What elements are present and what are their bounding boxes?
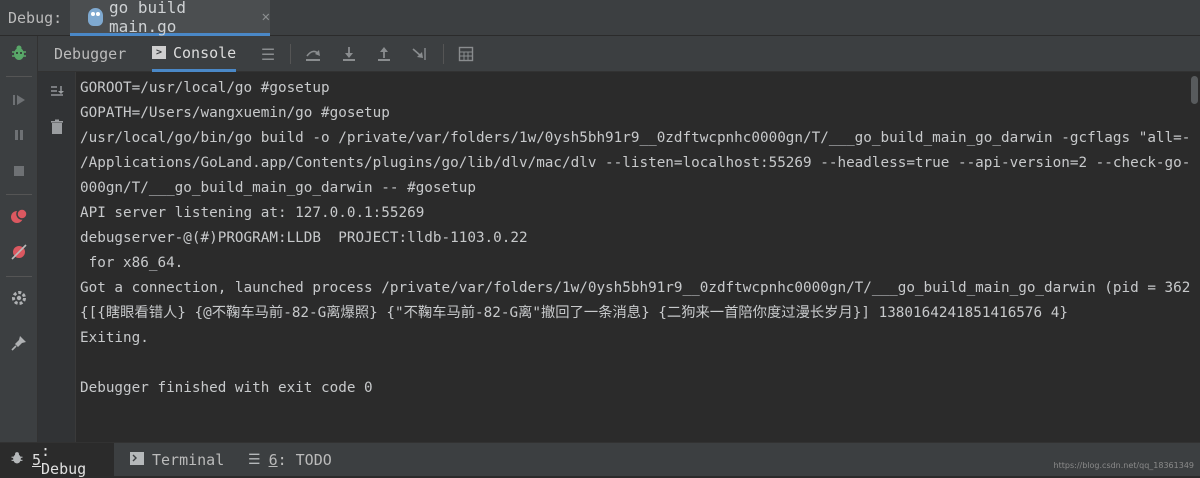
tab-todo-number: 6 [268, 451, 278, 469]
tab-terminal-label: Terminal [152, 451, 225, 469]
debug-tab-bar: Debug: go build main.go ✕ [0, 0, 1200, 36]
console-line: {[{瞎眼看错人} {@不鞠车马前-82-G离爆照} {"不鞠车马前-82-G离… [80, 305, 1068, 321]
console-line: /Applications/GoLand.app/Contents/plugin… [80, 155, 1190, 171]
settings-icon[interactable] [9, 288, 29, 308]
console-line: /usr/local/go/bin/go build -o /private/v… [80, 130, 1190, 146]
step-into-icon[interactable] [339, 44, 359, 64]
console-scrollbar[interactable] [1190, 76, 1198, 436]
run-config-tab[interactable]: go build main.go ✕ [70, 0, 270, 36]
debug-bug-icon [10, 451, 24, 469]
watermark: https://blog.csdn.net/qq_18361349 [1053, 461, 1194, 470]
view-breakpoints-icon[interactable] [9, 206, 29, 226]
tab-terminal[interactable]: Terminal [120, 443, 234, 477]
console-line: Got a connection, launched process /priv… [80, 280, 1190, 296]
console-line: debugserver-@(#)PROGRAM:LLDB PROJECT:lld… [80, 230, 528, 246]
toolbar-divider [6, 194, 32, 195]
tab-todo-label: : TODO [277, 451, 332, 469]
tab-debug-tool[interactable]: 5: Debug [0, 442, 114, 478]
step-over-icon[interactable] [303, 44, 323, 64]
tab-console-label: Console [173, 43, 237, 62]
console-line: for x86_64. [80, 255, 184, 271]
tab-debugger[interactable]: Debugger [54, 36, 126, 72]
debug-subtoolbar: Debugger > Console ☰ [38, 36, 1200, 72]
trash-icon[interactable] [47, 117, 67, 137]
close-icon[interactable]: ✕ [262, 9, 270, 25]
mute-breakpoints-icon[interactable] [9, 242, 29, 262]
terminal-icon [130, 451, 144, 469]
toolbar-divider [6, 76, 32, 77]
gopher-icon [88, 7, 103, 26]
console-output[interactable]: GOROOT=/usr/local/go #gosetup GOPATH=/Us… [80, 76, 1190, 436]
pin-icon[interactable] [9, 333, 29, 353]
stop-icon[interactable] [9, 161, 29, 181]
console-line: Exiting. [80, 330, 149, 346]
list-icon[interactable]: ☰ [258, 44, 278, 64]
run-to-cursor-icon[interactable] [410, 44, 430, 64]
step-out-icon[interactable] [374, 44, 394, 64]
todo-list-icon: ☰ [248, 452, 261, 468]
toolbar-divider [443, 44, 444, 64]
toolbar-divider [6, 276, 32, 277]
scroll-to-end-icon[interactable] [47, 82, 67, 102]
debug-label: Debug: [8, 9, 63, 27]
console-line: GOPATH=/Users/wangxuemin/go #gosetup [80, 105, 390, 121]
console-line: Debugger finished with exit code 0 [80, 380, 373, 396]
console-line: GOROOT=/usr/local/go #gosetup [80, 80, 330, 96]
tab-console[interactable]: > Console [152, 36, 237, 72]
console-gutter [38, 72, 76, 442]
run-tab-label: go build main.go [109, 0, 187, 36]
pause-icon[interactable] [9, 125, 29, 145]
evaluate-icon[interactable] [456, 44, 476, 64]
tab-debug-label: : Debug [41, 442, 87, 478]
console-line: API server listening at: 127.0.0.1:55269 [80, 205, 425, 221]
scrollbar-thumb[interactable] [1191, 76, 1198, 104]
console-icon: > [152, 46, 166, 59]
tab-debug-number: 5 [32, 451, 42, 469]
console-line: 000gn/T/___go_build_main_go_darwin -- #g… [80, 180, 476, 196]
tab-todo[interactable]: ☰ 6: TODO [238, 443, 342, 477]
debug-bug-icon[interactable] [9, 43, 29, 63]
tool-window-bar: 5: Debug Terminal ☰ 6: TODO [0, 442, 1200, 478]
debug-left-toolbar [0, 36, 38, 442]
resume-icon[interactable] [9, 90, 29, 110]
toolbar-divider [290, 44, 291, 64]
tab-debugger-label: Debugger [54, 45, 127, 63]
